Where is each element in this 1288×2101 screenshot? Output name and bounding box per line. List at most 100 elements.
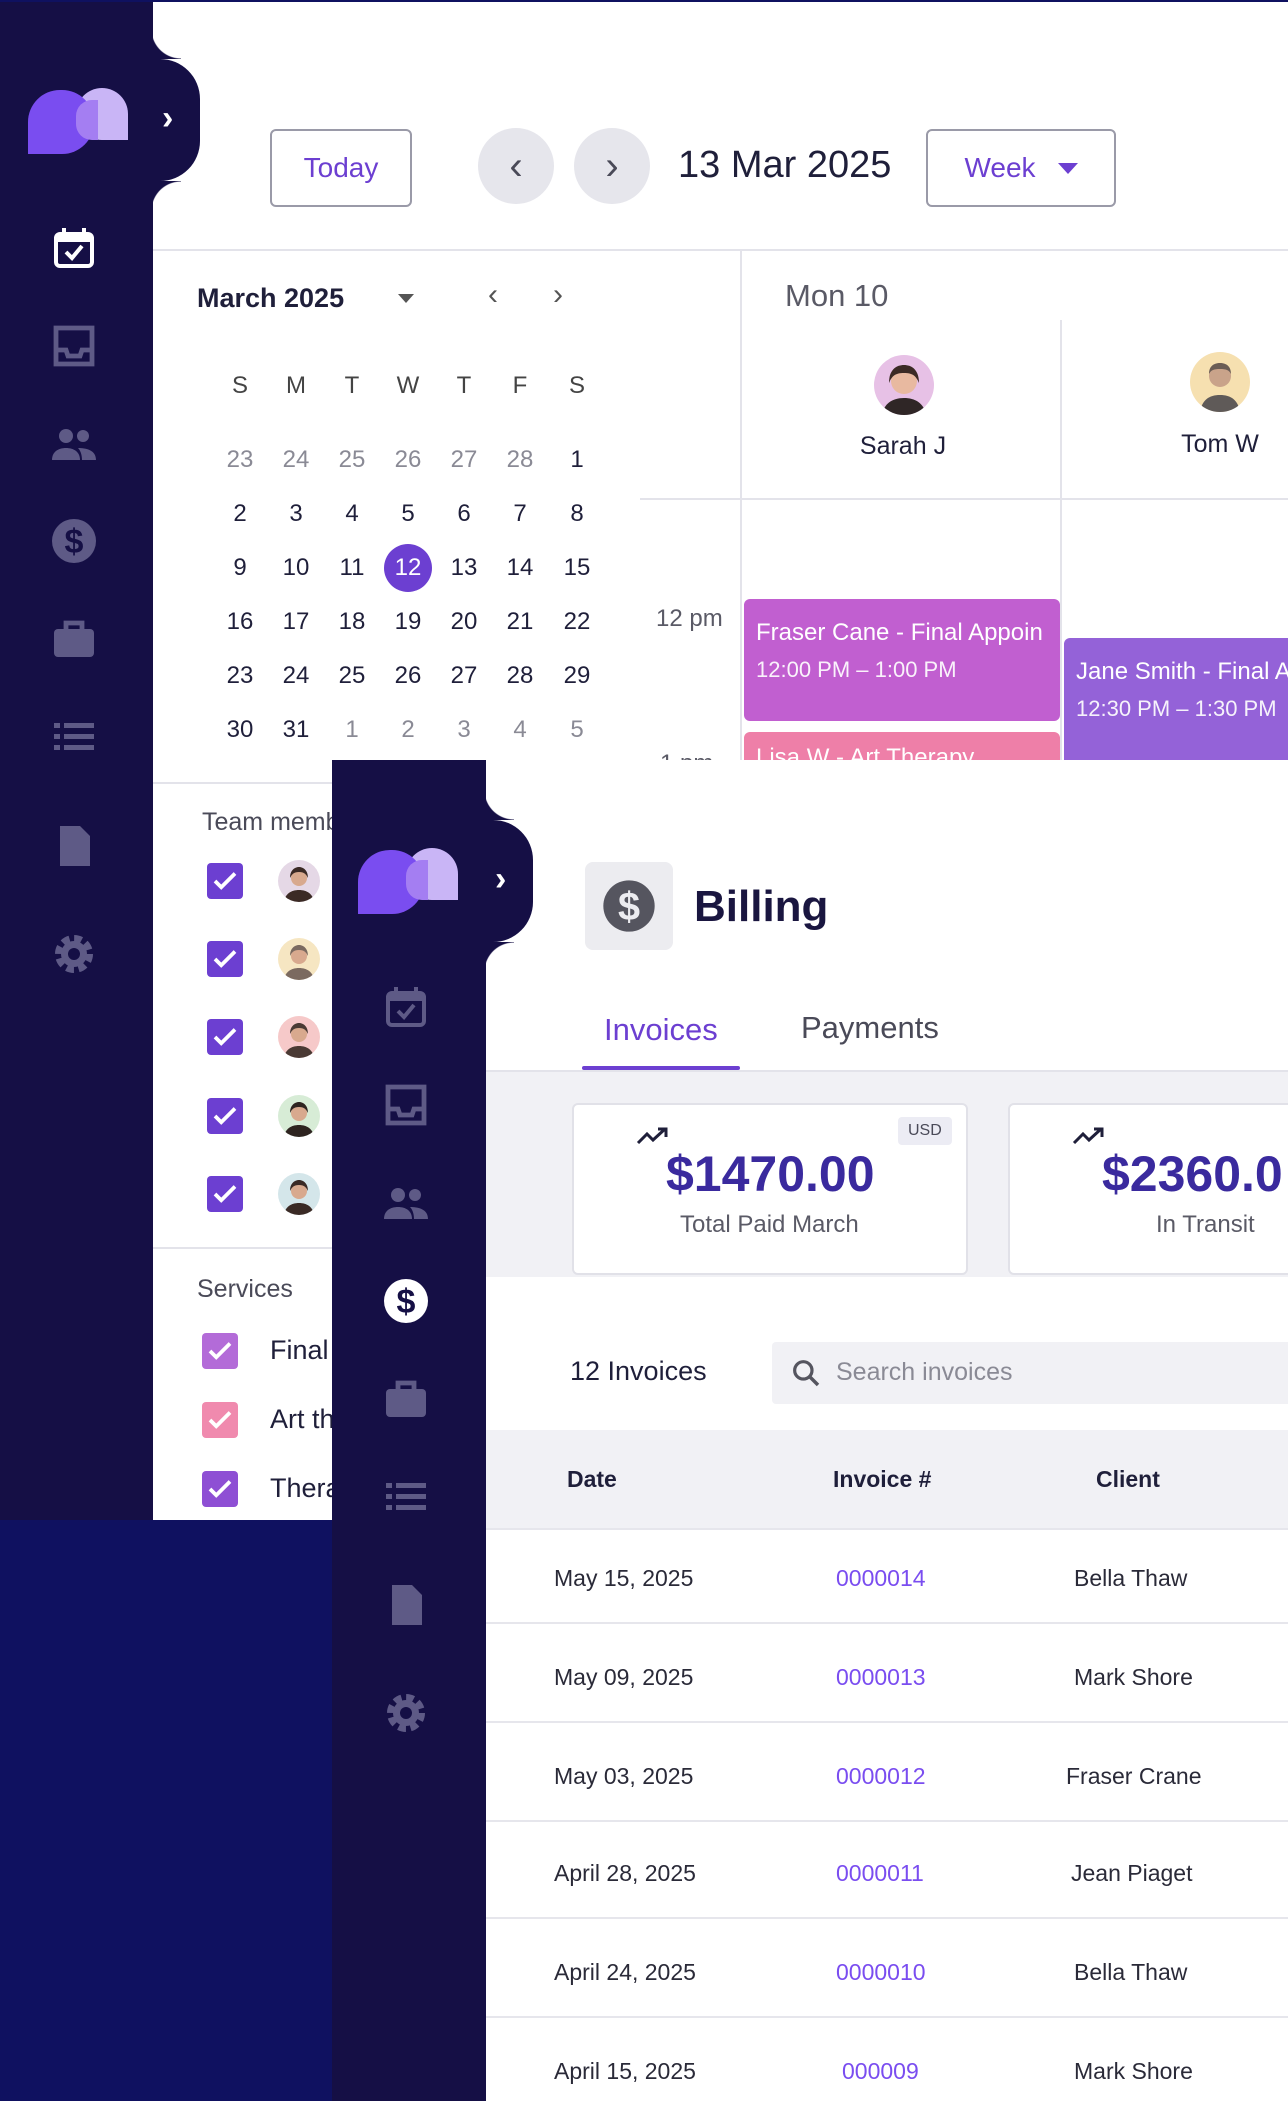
invoice-number-link[interactable]: 0000011	[836, 1860, 924, 1887]
search-input[interactable]: Search invoices	[772, 1342, 1288, 1404]
calendar-day[interactable]: 4	[328, 490, 376, 538]
inbox-icon[interactable]	[379, 1078, 433, 1132]
people-icon[interactable]	[379, 1176, 433, 1230]
calendar-icon[interactable]	[379, 980, 433, 1034]
team-member-checkbox[interactable]	[207, 863, 243, 899]
team-member-checkbox[interactable]	[207, 1019, 243, 1055]
dollar-icon[interactable]: $	[47, 514, 101, 568]
calendar-day[interactable]: 20	[440, 598, 488, 646]
dollar-icon[interactable]: $	[379, 1274, 433, 1328]
calendar-day[interactable]: 12	[384, 544, 432, 592]
column-header-client[interactable]: Client	[1096, 1466, 1160, 1493]
document-icon[interactable]	[379, 1578, 433, 1632]
calendar-day[interactable]: 30	[216, 706, 264, 754]
today-button[interactable]: Today	[270, 129, 412, 207]
calendar-day[interactable]: 9	[216, 544, 264, 592]
calendar-day[interactable]: 25	[328, 652, 376, 700]
calendar-day[interactable]: 13	[440, 544, 488, 592]
calendar-day[interactable]: 28	[496, 652, 544, 700]
briefcase-icon[interactable]	[47, 612, 101, 666]
sidebar-expand-tab[interactable]: ›	[151, 29, 200, 211]
logo-icon	[28, 88, 132, 158]
document-icon[interactable]	[47, 819, 101, 873]
calendar-day[interactable]: 23	[216, 436, 264, 484]
tab-invoices[interactable]: Invoices	[604, 1012, 718, 1048]
team-member-checkbox[interactable]	[207, 1098, 243, 1134]
next-week-button[interactable]: ›	[574, 128, 650, 204]
calendar-day[interactable]: 24	[272, 652, 320, 700]
calendar-day[interactable]: 23	[216, 652, 264, 700]
invoice-number-link[interactable]: 0000013	[836, 1664, 926, 1691]
calendar-day[interactable]: 22	[553, 598, 601, 646]
list-icon[interactable]	[47, 710, 101, 764]
mini-prev-month-icon[interactable]: ‹	[488, 278, 498, 312]
calendar-day[interactable]: 5	[384, 490, 432, 538]
service-checkbox[interactable]	[202, 1402, 238, 1438]
calendar-day[interactable]: 2	[384, 706, 432, 754]
calendar-day[interactable]: 3	[272, 490, 320, 538]
invoice-number-link[interactable]: 000009	[842, 2058, 919, 2085]
avatar-tom[interactable]	[1190, 352, 1250, 412]
avatar-sarah[interactable]	[874, 355, 934, 415]
invoice-client: Jean Piaget	[1071, 1860, 1193, 1886]
list-icon[interactable]	[379, 1470, 433, 1524]
calendar-day[interactable]: 18	[328, 598, 376, 646]
calendar-day[interactable]: 8	[553, 490, 601, 538]
calendar-day[interactable]: 16	[216, 598, 264, 646]
view-select[interactable]: Week	[926, 129, 1116, 207]
calendar-day[interactable]: 6	[440, 490, 488, 538]
calendar-day[interactable]: 14	[496, 544, 544, 592]
inbox-icon[interactable]	[47, 319, 101, 373]
calendar-day[interactable]: 21	[496, 598, 544, 646]
calendar-day[interactable]: 31	[272, 706, 320, 754]
event-card[interactable]: Jane Smith - Final A 12:30 PM – 1:30 PM	[1064, 638, 1288, 772]
sidebar-expand-tab[interactable]: ›	[484, 790, 533, 972]
calendar-day[interactable]: 26	[384, 436, 432, 484]
invoice-number-link[interactable]: 0000014	[836, 1565, 926, 1592]
team-member-checkbox[interactable]	[207, 1176, 243, 1212]
invoice-number-link[interactable]: 0000012	[836, 1763, 926, 1790]
calendar-day[interactable]: 17	[272, 598, 320, 646]
calendar-day[interactable]: 28	[496, 436, 544, 484]
month-dropdown-icon[interactable]	[398, 294, 414, 303]
service-checkbox[interactable]	[202, 1333, 238, 1369]
currency-badge: USD	[898, 1117, 952, 1145]
calendar-day[interactable]: 26	[384, 652, 432, 700]
event-card[interactable]: Fraser Cane - Final Appoin 12:00 PM – 1:…	[744, 599, 1060, 721]
people-icon[interactable]	[47, 417, 101, 471]
invoice-number-link[interactable]: 0000010	[836, 1959, 926, 1986]
check-icon	[213, 872, 237, 890]
gear-icon[interactable]	[379, 1686, 433, 1740]
calendar-day[interactable]: 3	[440, 706, 488, 754]
service-checkbox[interactable]	[202, 1471, 238, 1507]
calendar-day[interactable]: 7	[496, 490, 544, 538]
calendar-icon[interactable]	[47, 221, 101, 275]
calendar-day[interactable]: 15	[553, 544, 601, 592]
team-member-checkbox[interactable]	[207, 941, 243, 977]
calendar-day[interactable]: 1	[328, 706, 376, 754]
invoice-client: Bella Thaw	[1074, 1565, 1188, 1591]
expand-chevron-icon[interactable]: ›	[162, 101, 173, 135]
expand-chevron-icon[interactable]: ›	[495, 862, 506, 896]
briefcase-icon[interactable]	[379, 1372, 433, 1426]
calendar-day[interactable]: 24	[272, 436, 320, 484]
calendar-day[interactable]: 5	[553, 706, 601, 754]
column-header-invoice[interactable]: Invoice #	[833, 1466, 931, 1493]
gear-icon[interactable]	[47, 927, 101, 981]
calendar-day[interactable]: 19	[384, 598, 432, 646]
calendar-day[interactable]: 11	[328, 544, 376, 592]
tab-payments[interactable]: Payments	[801, 1010, 939, 1046]
calendar-day[interactable]: 1	[553, 436, 601, 484]
prev-week-button[interactable]: ‹	[478, 128, 554, 204]
mini-next-month-icon[interactable]: ›	[553, 278, 563, 312]
calendar-day[interactable]: 29	[553, 652, 601, 700]
calendar-day[interactable]: 27	[440, 436, 488, 484]
calendar-day[interactable]: 4	[496, 706, 544, 754]
calendar-day[interactable]: 10	[272, 544, 320, 592]
column-header-date[interactable]: Date	[567, 1466, 617, 1493]
calendar-day[interactable]: 25	[328, 436, 376, 484]
staff-name: Tom W	[1181, 430, 1259, 458]
calendar-day[interactable]: 2	[216, 490, 264, 538]
calendar-day[interactable]: 27	[440, 652, 488, 700]
stat-card-total-paid: USD $1470.00 Total Paid March	[572, 1103, 968, 1275]
